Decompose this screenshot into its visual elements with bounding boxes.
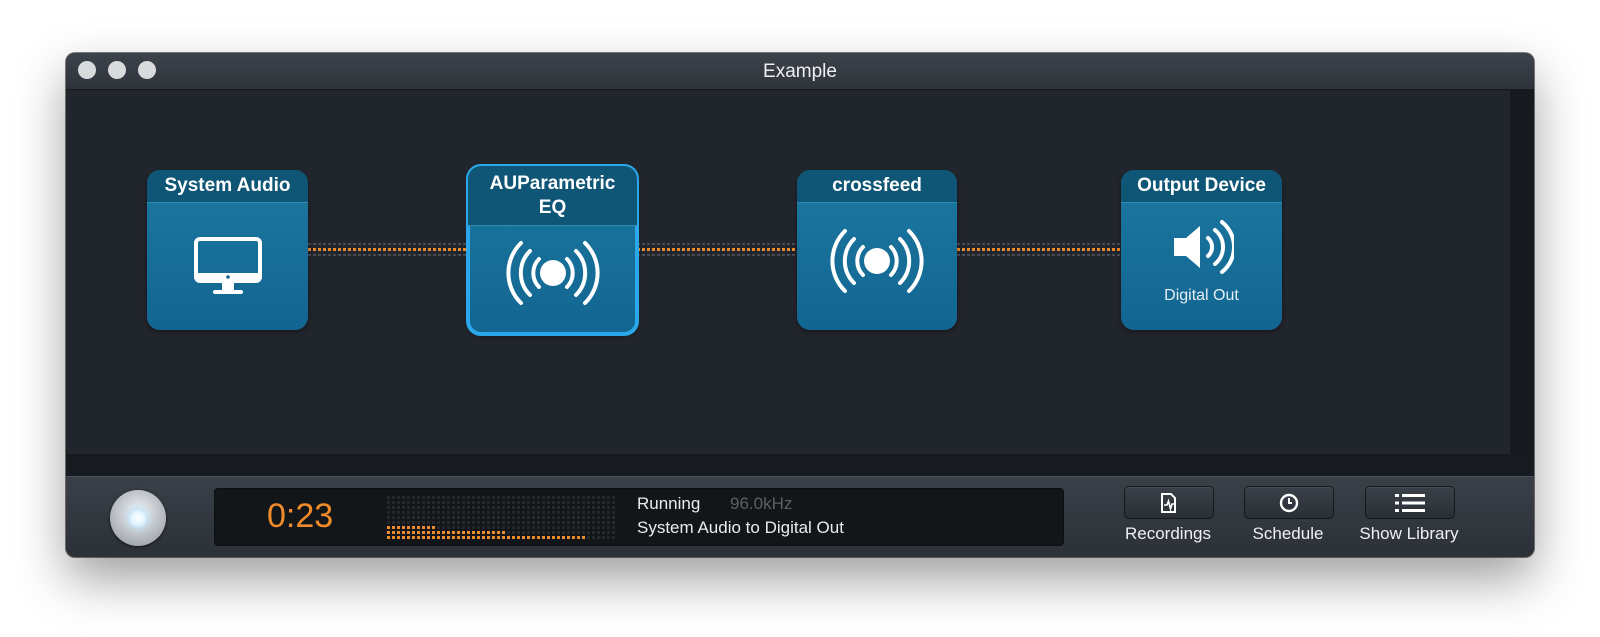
broadcast-icon — [797, 226, 957, 296]
node-title: AUParametric EQ — [468, 166, 637, 226]
speaker-icon — [1121, 216, 1282, 278]
node-subtitle: Digital Out — [1164, 287, 1239, 304]
node-output-device[interactable]: Output Device Digital Out — [1121, 170, 1282, 330]
schedule-button[interactable] — [1244, 486, 1334, 519]
connection-wire — [308, 243, 468, 257]
window-title: Example — [763, 61, 837, 82]
recordings-button[interactable] — [1124, 486, 1214, 519]
connection-wire — [637, 243, 797, 257]
schedule-label: Schedule — [1252, 524, 1324, 543]
node-title: Output Device — [1121, 170, 1282, 203]
node-crossfeed[interactable]: crossfeed — [797, 170, 957, 330]
show-library-label: Show Library — [1359, 524, 1459, 543]
node-system-audio[interactable]: System Audio — [147, 170, 308, 330]
audio-chain-canvas[interactable]: System Audio AUParametric EQ crossfeed O… — [66, 90, 1510, 454]
canvas-footer-strip — [66, 454, 1534, 476]
node-title: crossfeed — [797, 170, 957, 203]
show-library-button[interactable] — [1365, 486, 1455, 519]
status-display: 0:23 Running 96.0kHz System Audio to Dig… — [214, 488, 1064, 546]
node-auparametric-eq[interactable]: AUParametric EQ — [466, 164, 639, 336]
transport-bar: 0:23 Running 96.0kHz System Audio to Dig… — [66, 476, 1534, 557]
app-window: Example System Audio AUParametric EQ cro… — [66, 53, 1534, 557]
list-icon — [1395, 493, 1425, 512]
connection-wire — [957, 243, 1121, 257]
run-status: Running — [637, 494, 701, 513]
recordings-icon — [1161, 492, 1176, 513]
node-title-line1: AUParametric — [489, 173, 616, 194]
node-title: System Audio — [147, 170, 308, 203]
vertical-scrollbar[interactable] — [1510, 90, 1534, 454]
record-button[interactable] — [110, 490, 166, 546]
broadcast-icon — [468, 238, 637, 308]
clock-icon — [1279, 493, 1299, 512]
level-meter — [387, 496, 615, 539]
monitor-icon — [147, 236, 308, 300]
node-title-line2: EQ — [538, 197, 567, 218]
route-description: System Audio to Digital Out — [637, 518, 844, 537]
title-bar: Example — [66, 53, 1534, 90]
sample-rate: 96.0kHz — [730, 494, 793, 513]
elapsed-time: 0:23 — [267, 497, 334, 535]
recordings-label: Recordings — [1125, 524, 1211, 543]
record-indicator-icon — [128, 508, 148, 528]
